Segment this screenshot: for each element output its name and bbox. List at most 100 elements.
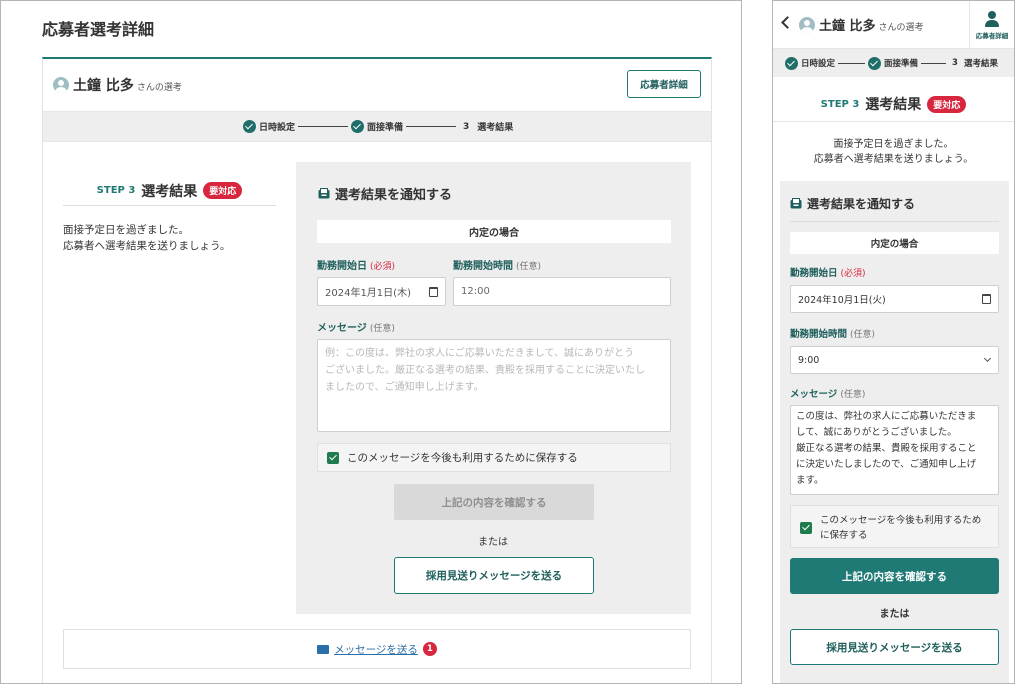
- step-title: 選考結果: [865, 97, 922, 113]
- offer-subhead: 内定の場合: [790, 232, 999, 254]
- save-message-checkbox-row[interactable]: このメッセージを今後も利用するため に保存する: [790, 505, 999, 548]
- save-label-line: に保存する: [820, 530, 868, 541]
- envelope-icon: [317, 644, 330, 654]
- message-label-text: メッセージ: [317, 323, 367, 334]
- step-2-label: 面接準備: [884, 59, 919, 69]
- step-2-label: 面接準備: [367, 123, 404, 133]
- chevron-down-icon: [983, 354, 992, 363]
- step-heading: STEP 3 選考結果 要対応: [63, 176, 276, 206]
- action-required-badge: 要対応: [203, 182, 243, 199]
- save-message-checkbox-row[interactable]: このメッセージを今後も利用するために保存する: [317, 443, 671, 472]
- start-time-select[interactable]: 9:00: [790, 346, 999, 374]
- hint-line: 面接予定日を過ぎました。: [833, 139, 954, 150]
- chevron-left-icon[interactable]: [781, 16, 794, 29]
- hint-line: 応募者へ選考結果を送りましょう。: [813, 154, 974, 165]
- optional-mark: (任意): [850, 330, 876, 340]
- step-1-label: 日時設定: [259, 123, 296, 133]
- step-hint: 面接予定日を過ぎました。 応募者へ選考結果を送りましょう。: [773, 137, 1014, 167]
- card-header: 土鐘 比多 さんの選考 応募者詳細: [43, 59, 711, 112]
- send-rejection-button[interactable]: 採用見送りメッセージを送る: [394, 557, 594, 594]
- applicant-detail-button[interactable]: 応募者詳細: [627, 70, 701, 98]
- message-textarea[interactable]: 例：この度は、弊社の求人にご応募いただきまして、誠にありがとう ございました。厳…: [317, 339, 671, 432]
- applicant-suffix: さんの選考: [878, 23, 924, 33]
- confirm-button[interactable]: 上記の内容を確認する: [394, 484, 594, 520]
- desktop-view: 応募者選考詳細 土鐘 比多 さんの選考 応募者詳細 日時設定 面接準備 3 選考結…: [0, 0, 742, 684]
- step-3-number: 3: [463, 121, 470, 132]
- step-info: STEP 3 選考結果 要対応 面接予定日を過ぎました。 応募者へ選考結果を送り…: [63, 176, 276, 254]
- save-message-label: このメッセージを今後も利用するため に保存する: [820, 513, 981, 543]
- placeholder-line: 例：この度は、弊社の求人にご応募いただきまして、誠にありがとう: [325, 348, 634, 359]
- notify-title-text: 選考結果を通知する: [335, 188, 453, 203]
- hint-line: 応募者へ選考結果を送りましょう。: [63, 240, 231, 252]
- notify-title-text: 選考結果を通知する: [807, 197, 916, 211]
- mobile-view: 土鐘 比多 さんの選考 応募者詳細 日時設定 面接準備 3 選考結果 STEP 3…: [772, 0, 1015, 684]
- checkbox-checked-icon[interactable]: [800, 522, 812, 534]
- save-label-line: このメッセージを今後も利用するため: [820, 515, 982, 526]
- applicant-detail-button[interactable]: 応募者詳細: [969, 1, 1014, 49]
- message-label-text: メッセージ: [790, 389, 838, 400]
- applicant-name: 土鐘 比多 さんの選考: [819, 15, 924, 34]
- applicant-name-text: 土鐘 比多: [73, 78, 134, 94]
- step-connector: [921, 62, 947, 64]
- step-bar: 日時設定 面接準備 3 選考結果: [773, 49, 1014, 77]
- step-3-number: 3: [952, 58, 958, 68]
- start-time-label-text: 勤務開始時間: [790, 329, 848, 340]
- step-number-label: STEP 3: [96, 185, 136, 196]
- check-circle-icon: [351, 120, 365, 133]
- placeholder-line: ましたので、ご通知申し上げます。: [325, 382, 484, 393]
- applicant-detail-label: 応募者詳細: [975, 31, 1009, 40]
- step-title: 選考結果: [141, 183, 198, 200]
- save-message-label: このメッセージを今後も利用するために保存する: [347, 452, 578, 464]
- send-rejection-button[interactable]: 採用見送りメッセージを送る: [790, 629, 999, 665]
- notify-panel: 選考結果を通知する 内定の場合 勤務開始日 (必須) 勤務開始時間 (任意) 202…: [296, 162, 691, 614]
- start-time-label-text: 勤務開始時間: [453, 261, 513, 272]
- optional-mark: (任意): [516, 262, 542, 272]
- or-separator: または: [879, 609, 910, 620]
- message-line: に決定いたしましたので、ご通知申し上げ: [796, 459, 977, 470]
- step-connector: [298, 126, 349, 127]
- start-date-label-text: 勤務開始日: [790, 268, 838, 279]
- hint-line: 面接予定日を過ぎました。: [63, 224, 189, 236]
- start-date-input[interactable]: 2024年1月1日(木): [317, 277, 446, 306]
- unread-count-badge: 1: [422, 642, 437, 656]
- message-label: メッセージ (任意): [317, 319, 395, 334]
- calendar-icon: [429, 286, 438, 297]
- applicant-name-text: 土鐘 比多: [819, 19, 876, 34]
- required-mark: (必須): [370, 262, 396, 272]
- start-date-value: 2024年1月1日(木): [325, 288, 411, 299]
- step-connector: [838, 62, 866, 64]
- step-1-label: 日時設定: [801, 59, 836, 69]
- start-time-value: 9:00: [798, 354, 820, 366]
- notify-title: 選考結果を通知する: [790, 195, 915, 212]
- action-required-badge: 要対応: [927, 95, 967, 113]
- optional-mark: (任意): [840, 390, 866, 400]
- step-connector: [406, 126, 457, 127]
- send-message-link[interactable]: メッセージを送る: [334, 642, 418, 657]
- divider: [773, 121, 1014, 122]
- mobile-header: 土鐘 比多 さんの選考 応募者詳細: [773, 1, 1014, 49]
- start-date-label-text: 勤務開始日: [317, 261, 367, 272]
- message-label: メッセージ (任意): [790, 386, 865, 400]
- start-time-input[interactable]: 12:00: [453, 277, 671, 306]
- mailbox-icon: [790, 198, 802, 209]
- message-textarea[interactable]: この度は、弊社の求人にご応募いただきま して、誠にありがとうございました。 厳正…: [790, 405, 999, 495]
- placeholder-line: ございました。厳正なる選考の結果、貴殿を採用することに決定いたし: [325, 365, 645, 376]
- confirm-button[interactable]: 上記の内容を確認する: [790, 558, 999, 594]
- applicant-name: 土鐘 比多 さんの選考: [73, 75, 182, 95]
- checkbox-checked-icon[interactable]: [327, 451, 339, 464]
- offer-subhead: 内定の場合: [317, 220, 671, 243]
- step-progress: 日時設定 面接準備 3 選考結果: [785, 49, 998, 77]
- start-date-label: 勤務開始日 (必須): [790, 265, 866, 279]
- start-date-input[interactable]: 2024年10月1日(火): [790, 285, 999, 313]
- start-time-label: 勤務開始時間 (任意): [453, 257, 541, 272]
- start-time-value: 12:00: [461, 286, 490, 297]
- step-number-label: STEP 3: [820, 98, 860, 110]
- divider: [790, 221, 999, 222]
- start-date-label: 勤務開始日 (必須): [317, 257, 395, 272]
- start-date-value: 2024年10月1日(火): [798, 295, 886, 306]
- step-heading: STEP 3 選考結果 要対応: [773, 94, 1014, 114]
- message-line: ます。: [796, 475, 824, 486]
- required-mark: (必須): [840, 269, 866, 279]
- mailbox-icon: [318, 188, 330, 199]
- notify-title: 選考結果を通知する: [318, 184, 452, 203]
